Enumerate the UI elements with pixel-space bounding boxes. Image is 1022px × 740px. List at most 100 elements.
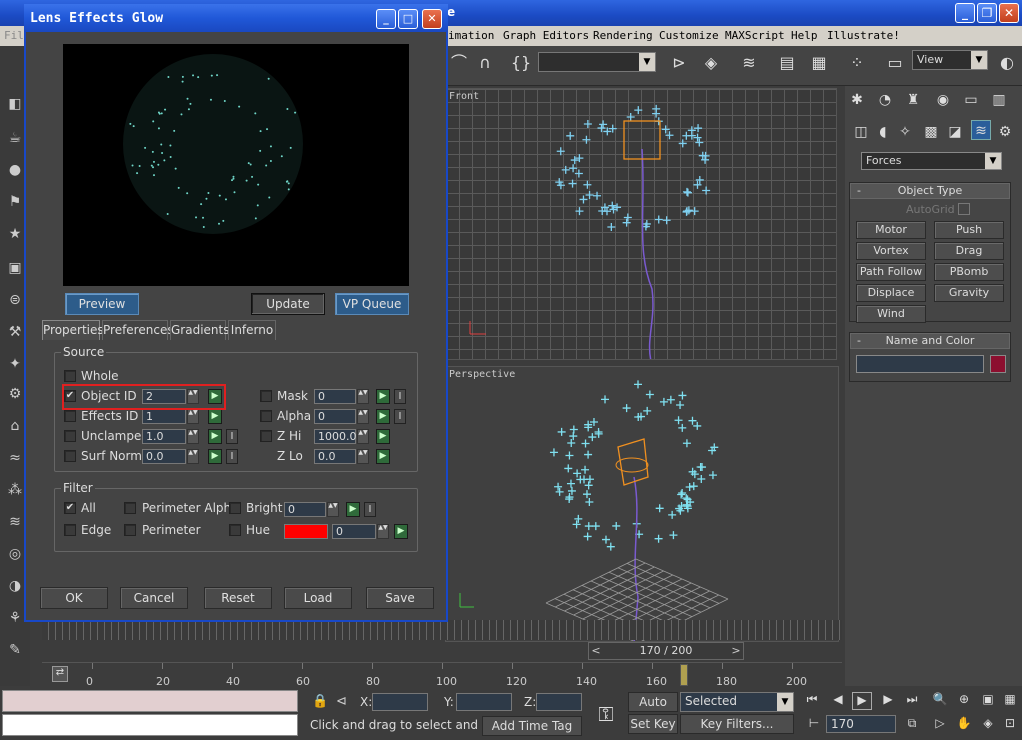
alpha-map-button[interactable]: ▶ xyxy=(376,409,390,424)
vp-queue-button[interactable]: VP Queue xyxy=(335,293,409,315)
time-slider[interactable]: < 170 / 200 > xyxy=(588,642,744,660)
surf-norm-map-button[interactable]: ▶ xyxy=(208,449,222,464)
bright-spinner-arrows[interactable]: ▲▼ xyxy=(327,502,339,517)
orbit-icon[interactable]: ◈ xyxy=(978,716,998,734)
zoom-all-icon[interactable]: ⊕ xyxy=(954,692,974,710)
bright-map-button[interactable]: ▶ xyxy=(346,502,360,517)
menu-rendering[interactable]: Rendering xyxy=(593,29,653,42)
effects-id-checkbox[interactable] xyxy=(64,410,76,422)
unclamped-map-button[interactable]: ▶ xyxy=(208,429,222,444)
alpha-spinner[interactable]: 0 xyxy=(314,409,356,424)
fov-icon[interactable]: ▷ xyxy=(930,716,950,734)
update-button[interactable]: Update xyxy=(251,293,325,315)
display-tab-icon[interactable]: ▭ xyxy=(961,90,981,110)
hierarchy-icon[interactable]: ⚑ xyxy=(6,194,24,212)
material-editor-icon[interactable]: ⁘ xyxy=(846,52,868,74)
pan-icon[interactable]: ✋ xyxy=(954,716,974,734)
wave-icon[interactable]: ≋ xyxy=(6,514,24,532)
helpers-cat-icon[interactable]: ◪ xyxy=(945,122,965,142)
effects-id-map-button[interactable]: ▶ xyxy=(208,409,222,424)
menu-illustrate[interactable]: Illustrate! xyxy=(827,29,900,42)
cancel-button[interactable]: Cancel xyxy=(120,587,188,609)
object-type-header[interactable]: - Object Type xyxy=(850,183,1010,199)
perimeter-alpha-checkbox[interactable] xyxy=(124,502,136,514)
cylinder-icon[interactable]: ⊜ xyxy=(6,292,24,310)
utilities-tab-icon[interactable]: ▥ xyxy=(989,90,1009,110)
bright-invert-button[interactable]: I xyxy=(364,502,376,517)
app-close-button[interactable]: ✕ xyxy=(999,3,1019,23)
mask-map-button[interactable]: ▶ xyxy=(376,389,390,404)
gear-icon[interactable]: ⚙ xyxy=(6,386,24,404)
vortex-button[interactable]: Vortex xyxy=(856,242,926,260)
goto-start-icon[interactable]: ⏮ xyxy=(802,692,822,710)
time-ruler[interactable]: 0 20 40 60 80 100 120 140 160 180 200 xyxy=(42,662,842,688)
schematic-icon[interactable]: ▦ xyxy=(808,52,830,74)
key-mode-dropdown[interactable]: Selected ▼ xyxy=(680,692,794,712)
perspective-viewport[interactable]: Perspective xyxy=(445,366,839,642)
zoom-extents-all-icon[interactable]: ▦ xyxy=(1000,692,1020,710)
render-scene-icon[interactable]: ◑ xyxy=(6,578,24,596)
dialog-minimize-button[interactable]: _ xyxy=(376,9,396,29)
perimeter-checkbox[interactable] xyxy=(124,524,136,536)
tab-properties[interactable]: Properties xyxy=(42,320,104,340)
spacewarp-icon[interactable]: ≈ xyxy=(6,450,24,468)
pbomb-button[interactable]: PBomb xyxy=(934,263,1004,281)
reset-button[interactable]: Reset xyxy=(204,587,272,609)
key-icon[interactable]: ⚿ xyxy=(588,702,624,726)
app-restore-button[interactable]: ❐ xyxy=(977,3,997,23)
preview-button[interactable]: Preview xyxy=(65,293,139,315)
zoom-icon[interactable]: 🔍 xyxy=(930,692,950,710)
shapes-cat-icon[interactable]: ◖ xyxy=(873,122,893,142)
maximize-viewport-icon[interactable]: ⊡ xyxy=(1000,716,1020,734)
mask-checkbox[interactable] xyxy=(260,390,272,402)
auto-key-button[interactable]: Auto Key xyxy=(628,692,678,727)
x-coordinate-field[interactable] xyxy=(372,693,428,711)
menu-customize[interactable]: Customize xyxy=(659,29,719,42)
app-minimize-button[interactable]: _ xyxy=(955,3,975,23)
z-hi-map-button[interactable]: ▶ xyxy=(376,429,390,444)
drag-button[interactable]: Drag xyxy=(934,242,1004,260)
menu-animation[interactable]: imation xyxy=(448,29,494,42)
y-coordinate-field[interactable] xyxy=(456,693,512,711)
name-color-header[interactable]: - Name and Color xyxy=(850,333,1010,349)
geometry-icon[interactable]: ◧ xyxy=(6,96,24,114)
key-filters-button[interactable]: Key Filters... xyxy=(680,714,794,734)
particle-icon[interactable]: ⁂ xyxy=(6,482,24,500)
prev-frame-icon[interactable]: ◀ xyxy=(828,692,848,710)
mask-spinner[interactable]: 0 xyxy=(314,389,356,404)
current-frame-field[interactable]: 170 xyxy=(826,715,896,733)
play-icon[interactable]: ▶ xyxy=(852,692,872,710)
surf-norm-checkbox[interactable] xyxy=(64,450,76,462)
menu-help[interactable]: Help xyxy=(791,29,818,42)
save-button[interactable]: Save xyxy=(366,587,434,609)
autogrid-checkbox[interactable] xyxy=(958,203,970,215)
effects-id-spinner-arrows[interactable]: ▲▼ xyxy=(187,409,199,424)
hue-spinner-arrows[interactable]: ▲▼ xyxy=(377,524,389,539)
layers-icon[interactable]: ≋ xyxy=(738,52,760,74)
object-color-swatch[interactable] xyxy=(990,355,1006,373)
mask-spinner-arrows[interactable]: ▲▼ xyxy=(357,389,369,404)
systems-cat-icon[interactable]: ⚙ xyxy=(995,122,1015,142)
lock-icon[interactable]: 🔒 xyxy=(312,694,328,709)
z-coordinate-field[interactable] xyxy=(536,693,582,711)
z-lo-spinner-arrows[interactable]: ▲▼ xyxy=(357,449,369,464)
load-button[interactable]: Load xyxy=(284,587,352,609)
bright-checkbox[interactable] xyxy=(229,502,241,514)
path-follow-button[interactable]: Path Follow xyxy=(856,263,926,281)
z-lo-map-button[interactable]: ▶ xyxy=(376,449,390,464)
motion-tab-icon[interactable]: ◉ xyxy=(933,90,953,110)
paint-icon[interactable]: ✎ xyxy=(6,642,24,660)
view-dropdown[interactable]: View ▼ xyxy=(912,50,988,70)
menu-file-fragment[interactable]: Fil xyxy=(4,29,24,42)
camera-icon[interactable]: ◎ xyxy=(6,546,24,564)
sphere-icon[interactable]: ● xyxy=(6,162,24,180)
object-name-field[interactable] xyxy=(856,355,984,373)
cameras-cat-icon[interactable]: ▩ xyxy=(921,122,941,142)
motor-button[interactable]: Motor xyxy=(856,221,926,239)
set-key-button[interactable]: Set Key xyxy=(628,714,678,734)
unclamped-invert-button[interactable]: I xyxy=(226,429,238,444)
menu-maxscript[interactable]: MAXScript xyxy=(725,29,785,42)
track-bar[interactable] xyxy=(42,620,842,640)
zoom-extents-icon[interactable]: ▣ xyxy=(978,692,998,710)
absolute-mode-icon[interactable]: ⊲ xyxy=(336,694,347,709)
